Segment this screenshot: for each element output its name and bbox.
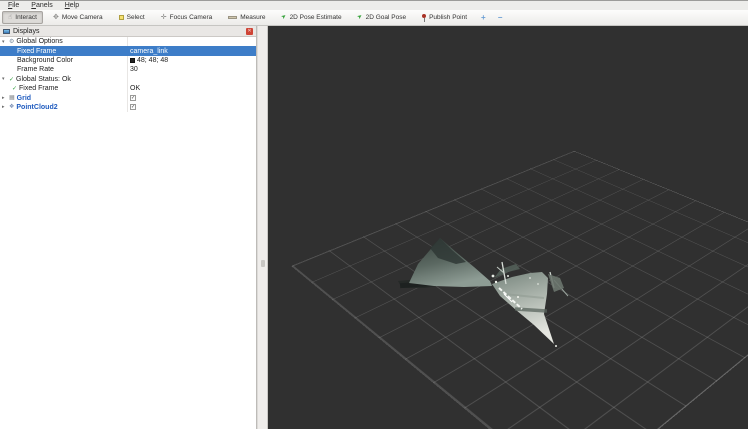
goal-pose-button[interactable]: ➤ 2D Goal Pose: [352, 11, 413, 24]
pose-estimate-label: 2D Pose Estimate: [290, 14, 342, 21]
row-fixed-frame-status[interactable]: ✓ Fixed Frame OK: [0, 84, 256, 93]
render-viewport[interactable]: [268, 26, 748, 429]
panel-splitter[interactable]: [257, 26, 268, 429]
grid-display-icon: ▦: [9, 95, 15, 101]
remove-tool-button[interactable]: −: [494, 13, 507, 22]
pose-estimate-button[interactable]: ➤ 2D Pose Estimate: [276, 11, 348, 24]
menu-help[interactable]: Help: [60, 1, 84, 10]
row-label: Fixed Frame: [17, 48, 56, 55]
select-button[interactable]: Select: [113, 11, 151, 24]
interact-button[interactable]: ☝ Interact: [2, 11, 43, 24]
background-color-value[interactable]: 48; 48; 48: [128, 56, 256, 65]
toolbar: ☝ Interact ✥ Move Camera Select ✛ Focus …: [0, 10, 748, 26]
chevron-right-icon[interactable]: ▸: [2, 104, 7, 110]
chevron-down-icon[interactable]: ▾: [2, 76, 7, 82]
row-global-options[interactable]: ▾ ⚙ Global Options: [0, 37, 256, 46]
publish-point-pin-icon: [422, 14, 426, 18]
move-camera-button[interactable]: ✥ Move Camera: [47, 11, 109, 24]
goal-pose-label: 2D Goal Pose: [366, 14, 406, 21]
row-global-status[interactable]: ▾ ✓ Global Status: Ok: [0, 75, 256, 84]
displays-panel: Displays ✕ ▾ ⚙ Global Options Fixed Fram…: [0, 26, 257, 429]
displays-panel-title: Displays ✕: [0, 26, 256, 37]
add-tool-button[interactable]: +: [477, 13, 490, 22]
menu-panels[interactable]: Panels: [26, 1, 57, 10]
move-camera-label: Move Camera: [62, 14, 103, 21]
hand-icon: ☝: [8, 14, 12, 21]
pointcloud-render: [268, 26, 748, 429]
menu-bar: File Panels Help: [0, 0, 748, 10]
row-background-color[interactable]: Background Color 48; 48; 48: [0, 56, 256, 65]
row-pointcloud2-display[interactable]: ▸ ❖ PointCloud2 ✓: [0, 103, 256, 112]
panel-title-text: Displays: [13, 28, 243, 35]
select-box-icon: [119, 15, 124, 20]
row-label: PointCloud2: [16, 104, 57, 111]
measure-button[interactable]: Measure: [222, 11, 271, 24]
chevron-down-icon[interactable]: ▾: [2, 39, 7, 45]
publish-point-button[interactable]: Publish Point: [416, 11, 473, 24]
row-value: [128, 75, 256, 84]
row-frame-rate[interactable]: Frame Rate 30: [0, 65, 256, 74]
displays-panel-icon: [3, 29, 10, 34]
row-grid-display[interactable]: ▸ ▦ Grid ✓: [0, 93, 256, 102]
chevron-right-icon[interactable]: ▸: [2, 95, 7, 101]
interact-label: Interact: [15, 14, 37, 21]
pointcloud-icon: ❖: [9, 104, 14, 110]
fixed-frame-value[interactable]: camera_link: [128, 46, 256, 55]
status-ok-check-icon: ✓: [12, 85, 17, 92]
grid-enabled-checkbox[interactable]: ✓: [130, 95, 136, 101]
row-label: Frame Rate: [17, 66, 54, 73]
focus-crosshair-icon: ✛: [161, 14, 167, 21]
goal-pose-arrow-icon: ➤: [356, 13, 364, 22]
row-value: [128, 37, 256, 46]
focus-camera-label: Focus Camera: [170, 14, 213, 21]
status-ok-check-icon: ✓: [9, 76, 14, 83]
frame-rate-value[interactable]: 30: [128, 65, 256, 74]
row-label: Background Color: [17, 57, 73, 64]
select-label: Select: [127, 14, 145, 21]
measure-label: Measure: [240, 14, 265, 21]
row-label: Grid: [17, 95, 31, 102]
close-icon[interactable]: ✕: [246, 28, 253, 35]
row-label: Global Status: Ok: [16, 76, 71, 83]
row-fixed-frame[interactable]: Fixed Frame camera_link: [0, 46, 256, 55]
displays-tree: ▾ ⚙ Global Options Fixed Frame camera_li…: [0, 37, 256, 429]
row-label: Fixed Frame: [19, 85, 58, 92]
move-icon: ✥: [53, 14, 59, 21]
pose-estimate-arrow-icon: ➤: [280, 13, 288, 22]
splitter-handle-icon[interactable]: [261, 260, 265, 267]
row-label: Global Options: [16, 38, 62, 45]
publish-point-label: Publish Point: [429, 14, 467, 21]
color-swatch: [130, 58, 135, 63]
ruler-icon: [228, 16, 237, 19]
focus-camera-button[interactable]: ✛ Focus Camera: [155, 11, 219, 24]
menu-file[interactable]: File: [3, 1, 24, 10]
pointcloud2-enabled-checkbox[interactable]: ✓: [130, 104, 136, 110]
gear-icon: ⚙: [9, 39, 14, 45]
main-area: Displays ✕ ▾ ⚙ Global Options Fixed Fram…: [0, 26, 748, 429]
fixed-frame-status-value: OK: [128, 84, 256, 93]
color-value-text: 48; 48; 48: [137, 57, 168, 64]
